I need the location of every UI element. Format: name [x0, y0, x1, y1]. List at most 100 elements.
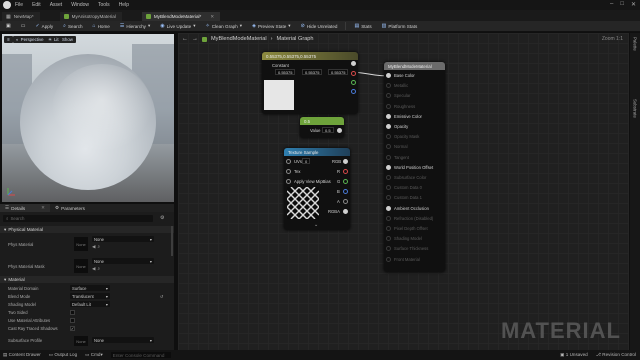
- phys-material-dropdown[interactable]: None ▾: [92, 236, 154, 242]
- input-pin[interactable]: [386, 144, 391, 150]
- menu-edit[interactable]: Edit: [32, 2, 41, 8]
- search-button[interactable]: ⌕ Search: [59, 22, 86, 31]
- material-preview-viewport[interactable]: ≡ ◐ Perspective ☀ Lit Show: [2, 34, 174, 202]
- input-pin[interactable]: [386, 83, 391, 89]
- two-sided-checkbox[interactable]: [70, 309, 75, 315]
- browse-icon[interactable]: ⌕: [97, 266, 100, 272]
- unsaved-button[interactable]: ▣ 1 Unsaved: [560, 352, 588, 358]
- menu-file[interactable]: File: [15, 2, 23, 8]
- input-pin[interactable]: [386, 185, 391, 191]
- input-pin[interactable]: [386, 236, 391, 242]
- input-pin[interactable]: [386, 226, 391, 231]
- live-update-button[interactable]: ◉ Live Update ▾: [156, 22, 199, 31]
- material-domain-dropdown[interactable]: Surface ▾: [70, 285, 110, 291]
- cmd-button[interactable]: ▭ Cmd▾: [85, 352, 103, 358]
- output-pin-b[interactable]: [343, 189, 348, 194]
- output-pin[interactable]: [337, 128, 342, 133]
- blend-mode-dropdown[interactable]: Translucent ▾: [70, 293, 110, 299]
- input-pin-tex[interactable]: [286, 169, 291, 174]
- viewport-options-button[interactable]: ≡: [4, 36, 13, 43]
- use-selected-icon[interactable]: ◀: [92, 244, 95, 250]
- output-pin-b[interactable]: [351, 89, 356, 94]
- expand-chevron-icon[interactable]: ⌄: [314, 222, 318, 228]
- phys-material-thumbnail[interactable]: None: [74, 237, 88, 251]
- console-input[interactable]: Enter Console Command: [110, 352, 171, 358]
- hierarchy-button[interactable]: ☰ Hierarchy ▾: [116, 22, 154, 31]
- input-pin[interactable]: [386, 154, 391, 160]
- input-pin[interactable]: [386, 134, 391, 140]
- revision-control-button[interactable]: ⎇ Revision Control: [596, 352, 636, 358]
- tab-palette[interactable]: Palette: [631, 37, 639, 51]
- input-pin-uvs[interactable]: [286, 159, 291, 164]
- tab-blendmode-material[interactable]: MyBlendModeMaterial* ✕: [141, 12, 221, 21]
- constant-g-field[interactable]: 0.55375: [302, 69, 323, 75]
- input-pin-apply-mipbias[interactable]: [286, 179, 291, 184]
- use-selected-icon[interactable]: ◀: [92, 266, 95, 272]
- clean-graph-button[interactable]: ✧ Clean Graph ▾: [202, 22, 247, 31]
- input-pin[interactable]: [386, 103, 391, 109]
- output-pin-a[interactable]: [343, 199, 348, 204]
- stats-button[interactable]: ▤ Stats: [350, 22, 375, 31]
- reset-icon[interactable]: ↺: [160, 294, 164, 299]
- constant-r-field[interactable]: 0.55375: [275, 69, 296, 75]
- output-pin-r[interactable]: [351, 71, 356, 76]
- settings-icon[interactable]: ⚙: [160, 215, 164, 221]
- menu-help[interactable]: Help: [119, 2, 129, 8]
- menu-asset[interactable]: Asset: [50, 2, 63, 8]
- maximize-icon[interactable]: □: [620, 1, 624, 8]
- input-pin[interactable]: [386, 256, 391, 262]
- phys-material-mask-thumbnail[interactable]: None: [74, 259, 88, 273]
- hide-unrelated-button[interactable]: ⊘ Hide Unrelated: [297, 22, 342, 31]
- show-button[interactable]: Show: [59, 36, 76, 43]
- minimize-icon[interactable]: –: [610, 1, 613, 8]
- output-pin-rgb[interactable]: [343, 159, 348, 164]
- use-material-attributes-checkbox[interactable]: [70, 317, 75, 323]
- cast-ray-traced-shadows-checkbox[interactable]: ✓: [70, 325, 75, 331]
- constant3-vector-node[interactable]: 0.55375,0.55375,0.55375 Constant 0.55375…: [262, 52, 358, 114]
- details-scrollbar[interactable]: [171, 226, 173, 256]
- input-pin[interactable]: [386, 175, 391, 180]
- tab-details[interactable]: ☰ Details ✕: [0, 204, 51, 212]
- details-search-input[interactable]: ⌕ Search: [3, 215, 153, 222]
- close-icon[interactable]: ✕: [41, 205, 45, 211]
- subsurface-profile-thumbnail[interactable]: None: [74, 336, 88, 346]
- material-graph-canvas[interactable]: ← → MyBlendModeMaterial › Material Graph…: [178, 33, 629, 350]
- input-pin[interactable]: [386, 215, 391, 221]
- shading-model-dropdown[interactable]: Default Lit ▾: [70, 301, 110, 307]
- content-drawer-button[interactable]: ▤ Content Drawer: [3, 352, 41, 358]
- close-tab-icon[interactable]: ✕: [210, 14, 214, 20]
- output-pin[interactable]: [351, 61, 356, 66]
- texture-sample-node[interactable]: Texture Sample UVs 0 Tex Apply View MipB…: [284, 148, 350, 230]
- input-pin[interactable]: [386, 205, 391, 211]
- input-pin[interactable]: [386, 195, 391, 201]
- menu-window[interactable]: Window: [71, 2, 89, 8]
- output-pin-g[interactable]: [351, 80, 356, 85]
- input-pin[interactable]: [386, 93, 391, 99]
- input-pin[interactable]: [386, 73, 391, 78]
- save-button[interactable]: ▣: [2, 22, 15, 31]
- scalar-constant-node[interactable]: 0.5 Value 0.5: [300, 117, 344, 138]
- uvs-field[interactable]: 0: [302, 158, 311, 164]
- platform-stats-button[interactable]: ▥ Platform Stats: [378, 22, 422, 31]
- input-pin[interactable]: [386, 124, 391, 129]
- section-material[interactable]: ▾ Material: [0, 276, 174, 283]
- phys-material-mask-dropdown[interactable]: None ▾: [92, 258, 154, 264]
- output-pin-g[interactable]: [343, 179, 348, 184]
- home-button[interactable]: ⌂ Home: [89, 22, 114, 31]
- apply-button[interactable]: ✓ Apply: [31, 22, 57, 31]
- tab-substrate[interactable]: Substrate: [631, 99, 639, 118]
- menu-tools[interactable]: Tools: [98, 2, 110, 8]
- browse-button[interactable]: ▭: [17, 22, 30, 31]
- tab-newmap[interactable]: ▦ NewMap*: [2, 12, 40, 21]
- input-pin[interactable]: [386, 113, 391, 119]
- material-output-node[interactable]: MyBlendModeMaterial Base Color Metallic Sp…: [384, 62, 445, 272]
- preview-state-button[interactable]: ◈ Preview State ▾: [248, 22, 295, 31]
- constant-b-field[interactable]: 0.55375: [328, 69, 349, 75]
- input-pin[interactable]: [386, 246, 391, 252]
- tab-parameters[interactable]: ⚙ Parameters: [50, 204, 90, 212]
- browse-icon[interactable]: ⌕: [97, 244, 100, 250]
- output-log-button[interactable]: ▭ Output Log: [49, 352, 77, 358]
- close-icon[interactable]: ✕: [631, 1, 636, 8]
- subsurface-profile-dropdown[interactable]: None ▾: [92, 337, 154, 343]
- tab-anisotropy-material[interactable]: MyAnisotropyMaterial: [59, 12, 122, 21]
